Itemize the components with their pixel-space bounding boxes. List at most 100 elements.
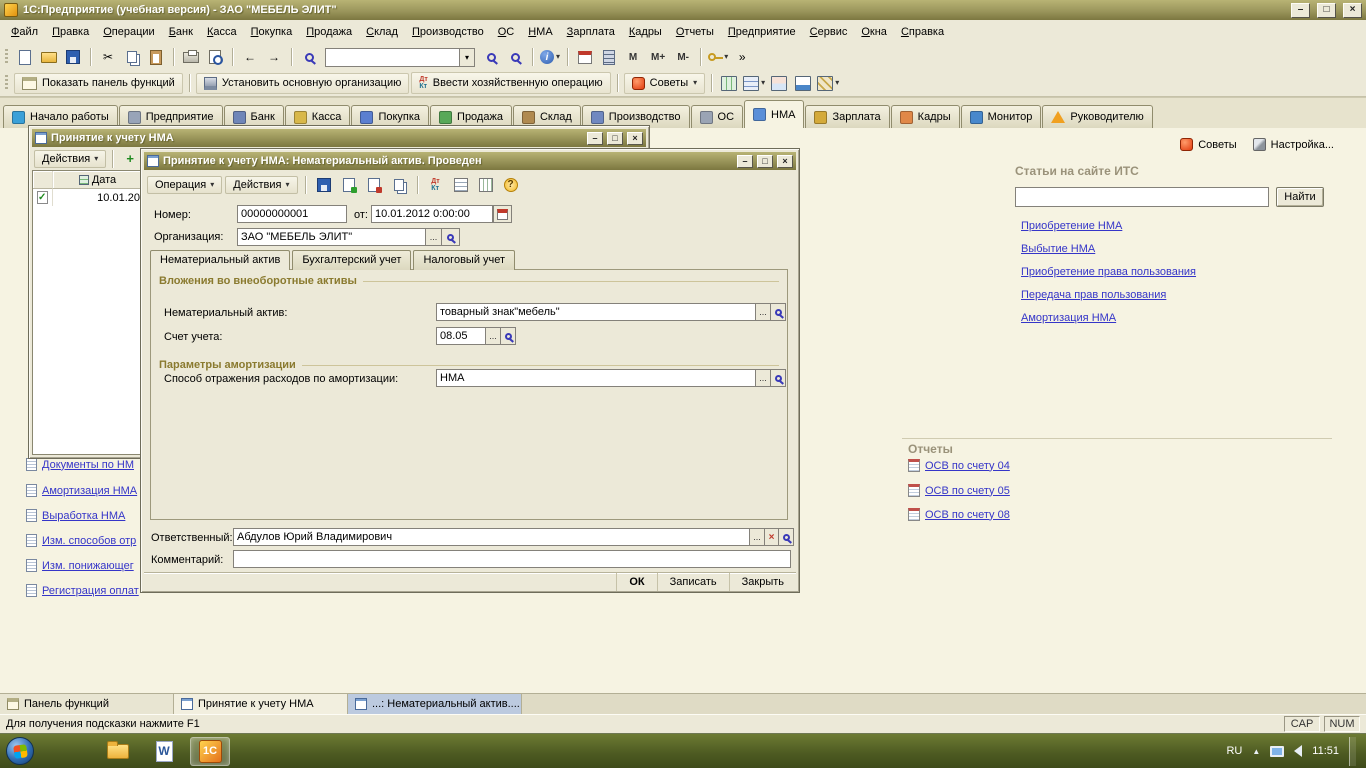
menu-edit[interactable]: Правка — [45, 22, 96, 42]
hidden-icons-button[interactable]: ▲ — [1252, 747, 1260, 756]
service-info-button[interactable]: i ▾ — [539, 46, 561, 68]
language-indicator[interactable]: RU — [1226, 745, 1242, 757]
menu-help[interactable]: Справка — [894, 22, 951, 42]
its-link-nma-acquisition[interactable]: Приобретение НМА — [1021, 220, 1122, 232]
sidebar-link-nma-output[interactable]: Выработка НМА — [26, 509, 125, 522]
list-maximize-button[interactable]: □ — [607, 131, 623, 145]
cancel-posting-button[interactable] — [363, 174, 385, 196]
date-field[interactable] — [371, 205, 493, 223]
menu-warehouse[interactable]: Склад — [359, 22, 405, 42]
temporary-lock-button[interactable]: ▾ — [707, 46, 729, 68]
calendar-button[interactable] — [574, 46, 596, 68]
network-icon[interactable] — [1270, 745, 1285, 757]
its-link-nma-disposal[interactable]: Выбытие НМА — [1021, 243, 1095, 255]
menu-bank[interactable]: Банк — [162, 22, 200, 42]
panel-tips-button[interactable]: Советы — [1180, 138, 1237, 151]
set-main-organization-button[interactable]: Установить основную организацию — [195, 72, 410, 94]
structure-button[interactable] — [475, 174, 497, 196]
new-document-button[interactable] — [14, 46, 36, 68]
its-link-nma-amortization[interactable]: Амортизация НМА — [1021, 312, 1116, 324]
responsible-clear-button[interactable]: × — [765, 528, 779, 546]
its-search-input[interactable] — [1015, 187, 1269, 207]
sidebar-link-method-change[interactable]: Изм. способов отр — [26, 534, 136, 547]
forward-button[interactable]: → — [263, 46, 285, 68]
write-button[interactable]: Записать — [656, 573, 729, 591]
copy-button[interactable] — [121, 46, 143, 68]
windowbar-nma-list[interactable]: Принятие к учету НМА — [174, 694, 348, 714]
number-field[interactable] — [237, 205, 347, 223]
panel-settings-button[interactable]: Настройка... — [1252, 138, 1334, 151]
close-button[interactable]: × — [1343, 2, 1362, 18]
menu-fixed-assets[interactable]: ОС — [491, 22, 522, 42]
search-input[interactable] — [326, 48, 459, 66]
memory-recall-button[interactable]: М — [622, 46, 644, 68]
back-button[interactable]: ← — [239, 46, 261, 68]
menu-production[interactable]: Производство — [405, 22, 491, 42]
dialog-tab-nma[interactable]: Нематериальный актив — [150, 250, 291, 270]
its-link-rights-transfer[interactable]: Передача прав пользования — [1021, 289, 1166, 301]
dialog-actions-menu-button[interactable]: Действия ▾ — [225, 175, 298, 194]
comment-field[interactable] — [233, 550, 791, 568]
find-button[interactable] — [298, 46, 320, 68]
tab-monitor[interactable]: Монитор — [960, 105, 1042, 128]
clock[interactable]: 11:51 — [1312, 745, 1339, 757]
start-button[interactable] — [6, 737, 34, 765]
menu-nma[interactable]: НМА — [521, 22, 559, 42]
its-link-rights-acquisition[interactable]: Приобретение права пользования — [1021, 266, 1196, 278]
dialog-maximize-button[interactable]: □ — [757, 154, 773, 168]
report-link-osv-04[interactable]: ОСВ по счету 04 — [908, 459, 1010, 472]
show-functions-panel-button[interactable]: Показать панель функций — [14, 72, 183, 94]
dialog-tab-accounting[interactable]: Бухгалтерский учет — [292, 250, 412, 270]
report-link-osv-08[interactable]: ОСВ по счету 08 — [908, 508, 1010, 521]
maximize-button[interactable]: □ — [1317, 2, 1336, 18]
list-close-button[interactable]: × — [627, 131, 643, 145]
chart-button[interactable] — [792, 72, 814, 94]
windowbar-functions-panel[interactable]: Панель функций — [0, 694, 174, 714]
journal-button[interactable] — [450, 174, 472, 196]
amortization-method-field[interactable] — [436, 369, 756, 387]
responsible-select-button[interactable]: ... — [750, 528, 765, 546]
sidebar-link-payment-registration[interactable]: Регистрация оплат — [26, 584, 139, 597]
list-minimize-button[interactable]: – — [587, 131, 603, 145]
minimize-button[interactable]: – — [1291, 2, 1310, 18]
taskbar-word-button[interactable]: W — [144, 737, 184, 766]
menu-service[interactable]: Сервис — [803, 22, 855, 42]
account-select-button[interactable]: ... — [486, 327, 501, 345]
sidebar-link-nma-documents[interactable]: Документы по НМ — [26, 458, 134, 471]
ok-button[interactable]: ОК — [616, 573, 656, 591]
dialog-close-button[interactable]: × — [777, 154, 793, 168]
memory-plus-button[interactable]: М+ — [646, 46, 670, 68]
save-document-button[interactable] — [313, 174, 335, 196]
operation-menu-button[interactable]: Операция ▾ — [147, 175, 223, 194]
tab-salary[interactable]: Зарплата — [805, 105, 890, 128]
print-button[interactable] — [180, 46, 202, 68]
method-open-button[interactable] — [771, 369, 786, 387]
list-actions-menu-button[interactable]: Действия ▾ — [34, 149, 107, 168]
menu-windows[interactable]: Окна — [854, 22, 894, 42]
debit-credit-button[interactable]: Дт Кт — [425, 174, 447, 196]
tab-nma[interactable]: НМА — [744, 100, 805, 128]
dialog-titlebar[interactable]: Принятие к учету НМА: Нематериальный акт… — [144, 152, 796, 170]
organization-field[interactable] — [237, 228, 426, 246]
windowbar-nma-document[interactable]: ...: Нематериальный актив.... — [348, 694, 522, 714]
menu-enterprise[interactable]: Предприятие — [721, 22, 803, 42]
find-previous-button[interactable] — [504, 46, 526, 68]
dialog-tab-tax[interactable]: Налоговый учет — [413, 250, 516, 270]
find-next-button[interactable] — [480, 46, 502, 68]
show-desktop-button[interactable] — [1349, 736, 1356, 766]
spreadsheet-button[interactable] — [718, 72, 740, 94]
dialog-minimize-button[interactable]: – — [737, 154, 753, 168]
toolbar-overflow-button[interactable]: » — [731, 46, 753, 68]
menu-reports[interactable]: Отчеты — [669, 22, 721, 42]
menu-hr[interactable]: Кадры — [622, 22, 669, 42]
menu-salary[interactable]: Зарплата — [560, 22, 622, 42]
toolbar-grip[interactable] — [5, 75, 8, 91]
its-find-button[interactable]: Найти — [1276, 187, 1324, 207]
memory-minus-button[interactable]: М- — [672, 46, 694, 68]
post-document-button[interactable] — [338, 174, 360, 196]
sidebar-link-nma-amortization[interactable]: Амортизация НМА — [26, 484, 137, 497]
menu-operations[interactable]: Операции — [96, 22, 161, 42]
date-column-header[interactable]: Дата — [53, 171, 143, 189]
organization-open-button[interactable] — [442, 228, 460, 246]
compare-tables-button[interactable] — [768, 72, 790, 94]
